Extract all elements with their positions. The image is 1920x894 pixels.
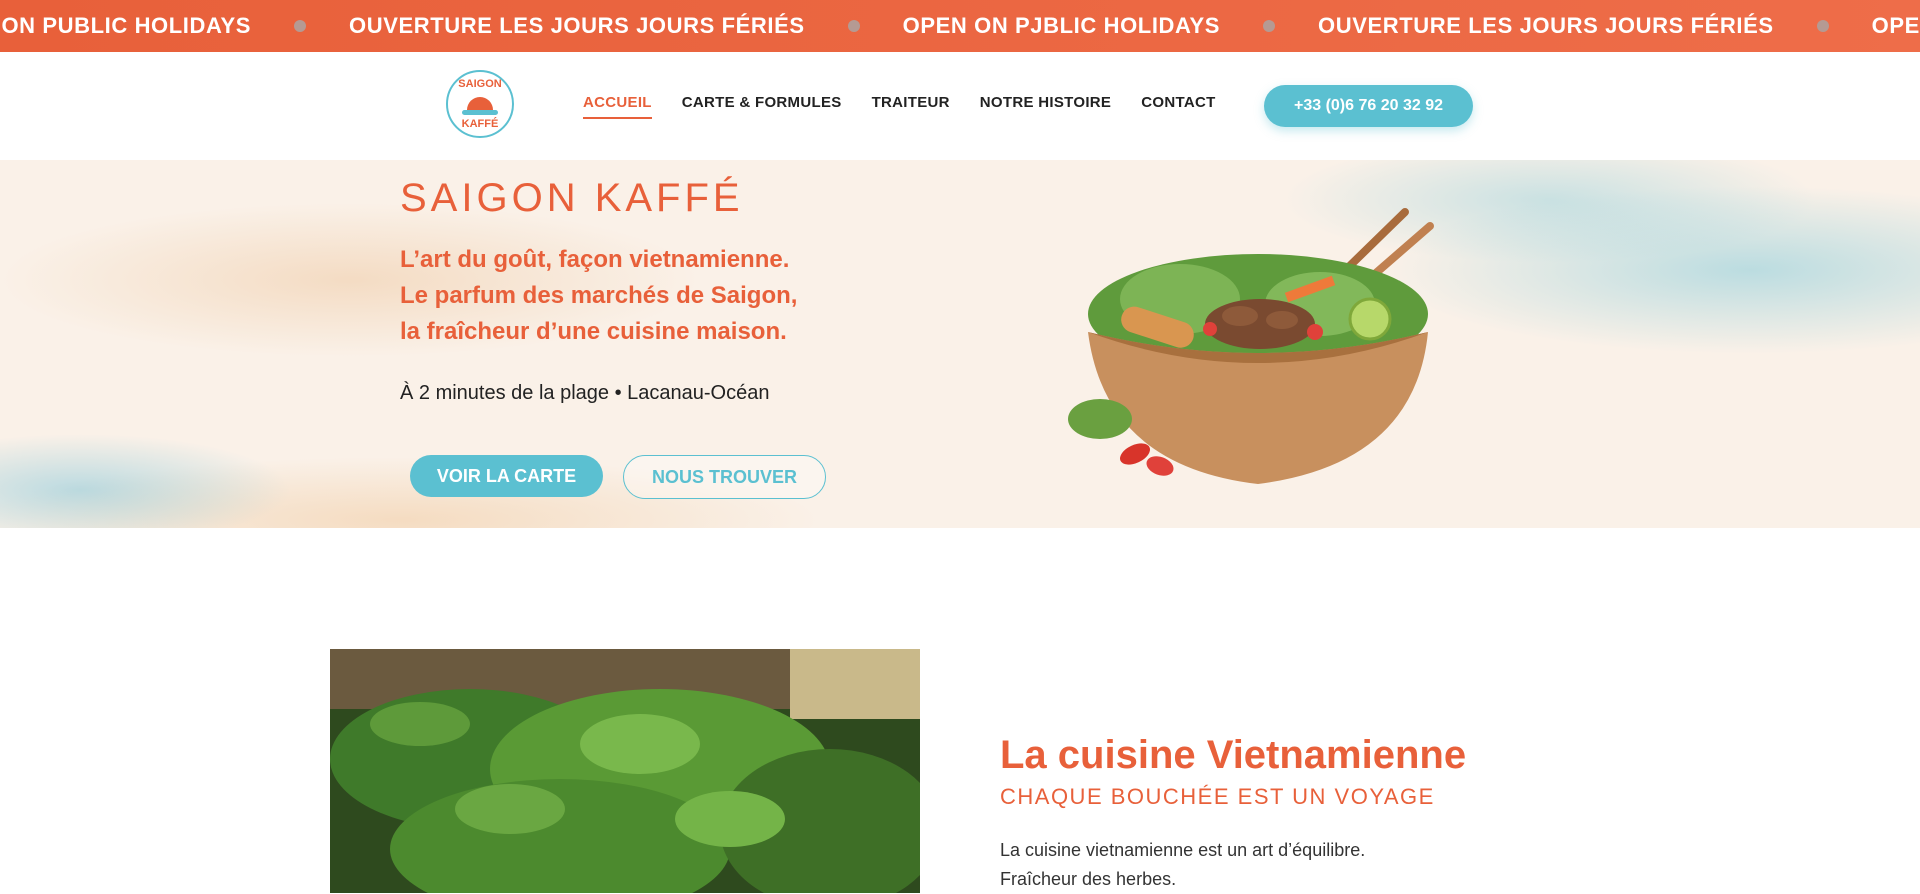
logo-line-1: SAIGON	[458, 78, 502, 90]
section-subtitle: CHAQUE BOUCHÉE EST UN VOYAGE	[1000, 784, 1435, 809]
find-us-button[interactable]: NOUS TROUVER	[623, 455, 826, 499]
hero-location: À 2 minutes de la plage • Lacanau-Océan	[400, 382, 770, 404]
bullet-dot-icon	[1816, 20, 1829, 32]
bullet-dot-icon	[847, 20, 860, 32]
marquee-item: OPEN ON PUBLIC HOLIDAYS	[1871, 13, 1920, 38]
fresh-herbs-image	[330, 649, 920, 893]
tagline-line: L’art du goût, façon vietnamienne.	[400, 246, 790, 273]
section-title: La cuisine Vietnamienne	[1000, 733, 1467, 777]
sun-icon	[467, 97, 493, 110]
tagline-line: Le parfum des marchés de Saigon,	[400, 282, 798, 309]
view-menu-button[interactable]: VOIR LA CARTE	[410, 455, 603, 497]
marquee-item: OPEN ON PUBLIC HOLIDAYS	[0, 13, 252, 38]
marquee-track: OPEN ON PUBLIC HOLIDAYS OUVERTURE LES JO…	[0, 0, 1920, 52]
phone-button[interactable]: +33 (0)6 76 20 32 92	[1264, 85, 1473, 127]
tagline-line: la fraîcheur d’une cuisine maison.	[400, 318, 787, 345]
noodle-bowl-illustration	[1068, 208, 1434, 484]
site-logo[interactable]: SAIGON KAFFÉ	[446, 70, 514, 138]
hero-section: SAIGON KAFFÉ L’art du goût, façon vietna…	[0, 160, 1920, 528]
marquee-item: OUVERTURE LES JOURS JOURS FÉRIÉS	[349, 13, 805, 38]
nav-item-notre-histoire[interactable]: NOTRE HISTOIRE	[980, 94, 1111, 119]
marquee-item: OUVERTURE LES JOURS JOURS FÉRIÉS	[1318, 13, 1774, 38]
bullet-dot-icon	[294, 20, 307, 32]
text-line: La cuisine vietnamienne est un art d’équ…	[1000, 840, 1366, 860]
hero-title: SAIGON KAFFÉ	[400, 176, 744, 220]
main-nav: ACCUEIL CARTE & FORMULES TRAITEUR NOTRE …	[583, 94, 1246, 119]
logo-line-2: KAFFÉ	[461, 118, 499, 130]
marquee-item: OPEN ON PJBLIC HOLIDAYS	[902, 13, 1221, 38]
nav-item-contact[interactable]: CONTACT	[1141, 94, 1215, 119]
site-header: SAIGON KAFFÉ ACCUEIL CARTE & FORMULES TR…	[0, 52, 1920, 160]
nav-item-carte-formules[interactable]: CARTE & FORMULES	[682, 94, 842, 119]
wave-icon	[462, 110, 498, 115]
hero-tagline: L’art du goût, façon vietnamienne. Le pa…	[400, 242, 920, 350]
text-line: Fraîcheur des herbes.	[1000, 869, 1177, 889]
nav-item-accueil[interactable]: ACCUEIL	[583, 94, 652, 119]
nav-item-traiteur[interactable]: TRAITEUR	[872, 94, 950, 119]
section-text: La cuisine vietnamienne est un art d’équ…	[1000, 836, 1365, 894]
announcement-marquee: OPEN ON PUBLIC HOLIDAYS OUVERTURE LES JO…	[0, 0, 1920, 52]
bullet-dot-icon	[1263, 20, 1276, 32]
